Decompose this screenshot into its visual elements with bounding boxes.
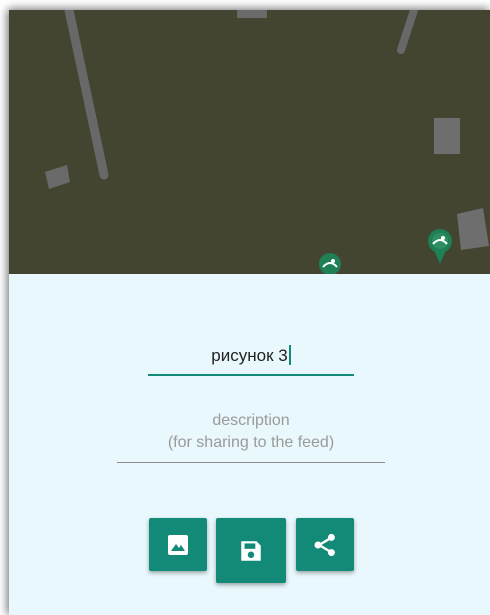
text-cursor — [288, 345, 291, 365]
map-building — [434, 118, 460, 154]
map-view[interactable] — [9, 10, 490, 274]
share-button[interactable] — [296, 518, 354, 571]
save-button[interactable] — [216, 518, 286, 583]
title-field[interactable]: рисунок 3 — [148, 338, 354, 376]
description-field[interactable]: description (for sharing to the feed) — [117, 410, 385, 463]
map-pin-icon[interactable] — [319, 253, 341, 274]
description-placeholder-line1: description — [212, 412, 290, 429]
map-canvas — [45, 10, 489, 274]
map-road — [397, 10, 418, 54]
map-building — [45, 165, 70, 189]
map-building — [237, 10, 267, 18]
map-road — [64, 10, 109, 180]
description-placeholder-line2: (for sharing to the feed) — [167, 434, 335, 451]
map-building — [457, 208, 489, 250]
app-frame: рисунок 3 description (for sharing to th… — [0, 0, 490, 615]
title-value: рисунок 3 — [211, 346, 288, 365]
map-pin-icon[interactable] — [428, 229, 452, 264]
screen: рисунок 3 description (for sharing to th… — [9, 10, 490, 615]
drawing-form: рисунок 3 description (for sharing to th… — [9, 274, 490, 615]
save-icon — [241, 540, 261, 561]
image-icon — [168, 534, 188, 555]
share-icon — [314, 533, 335, 556]
title-input[interactable]: рисунок 3 — [148, 338, 354, 374]
pick-image-button[interactable] — [149, 518, 207, 571]
